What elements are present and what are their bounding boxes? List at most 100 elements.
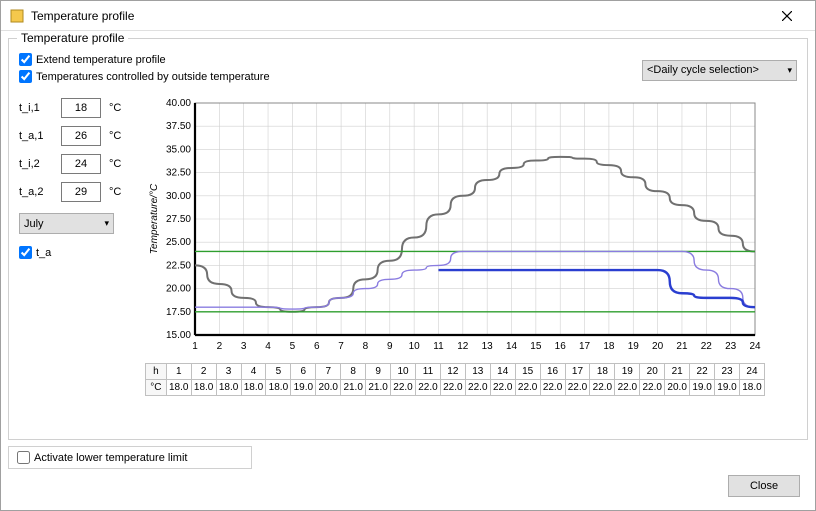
table-hour-cell: 8 — [341, 364, 366, 380]
ta-label: t_a — [36, 247, 51, 259]
table-temp-cell: 19.0 — [690, 380, 715, 396]
ta1-input[interactable] — [61, 126, 101, 146]
table-hour-cell: 18 — [590, 364, 615, 380]
table-temp-cell: 22.0 — [640, 380, 665, 396]
window-title: Temperature profile — [31, 9, 767, 23]
svg-text:37.50: 37.50 — [166, 121, 191, 132]
lower-limit-checkbox[interactable]: Activate lower temperature limit — [8, 446, 252, 469]
svg-text:16: 16 — [555, 341, 567, 352]
svg-text:11: 11 — [433, 341, 444, 352]
svg-text:35.00: 35.00 — [166, 144, 191, 155]
svg-text:17: 17 — [579, 341, 591, 352]
month-dropdown[interactable]: July ▾ — [19, 213, 114, 234]
table-hour-cell: 5 — [266, 364, 291, 380]
table-temp-cell: 22.0 — [615, 380, 640, 396]
month-label: July — [24, 218, 44, 230]
titlebar: Temperature profile — [1, 1, 815, 31]
svg-text:22: 22 — [701, 341, 713, 352]
svg-text:9: 9 — [387, 341, 393, 352]
svg-text:Temperature/°C: Temperature/°C — [149, 183, 160, 254]
table-temp-cell: 19.0 — [715, 380, 740, 396]
close-icon — [782, 11, 792, 21]
table-temp-cell: 18.0 — [739, 380, 764, 396]
table-hour-cell: 23 — [715, 364, 740, 380]
table-temp-cell: 21.0 — [366, 380, 391, 396]
svg-text:3: 3 — [241, 341, 247, 352]
ta-checkbox[interactable]: t_a — [19, 246, 137, 259]
svg-text:40.00: 40.00 — [166, 98, 191, 109]
table-hour-cell: 17 — [565, 364, 590, 380]
table-hour-cell: 12 — [440, 364, 465, 380]
ti2-input[interactable] — [61, 154, 101, 174]
table-temp-cell: 22.0 — [391, 380, 416, 396]
table-temp-cell: 22.0 — [490, 380, 515, 396]
ti1-row: t_i,1 °C — [19, 97, 137, 119]
table-hour-cell: 22 — [690, 364, 715, 380]
svg-text:12: 12 — [457, 341, 469, 352]
svg-text:32.50: 32.50 — [166, 168, 191, 179]
table-temp-cell: 18.0 — [166, 380, 191, 396]
extend-profile-checkbox[interactable]: Extend temperature profile — [19, 53, 270, 66]
svg-text:13: 13 — [482, 341, 494, 352]
svg-text:5: 5 — [290, 341, 296, 352]
ti1-label: t_i,1 — [19, 102, 55, 114]
app-icon — [9, 8, 25, 24]
table-hour-cell: 19 — [615, 364, 640, 380]
table-temp-cell: 18.0 — [266, 380, 291, 396]
table-temp-cell: 22.0 — [465, 380, 490, 396]
ti2-unit: °C — [109, 158, 121, 170]
svg-text:4: 4 — [265, 341, 271, 352]
table-hour-cell: 15 — [515, 364, 540, 380]
lower-limit-input[interactable] — [17, 451, 30, 464]
table-temp-cell: 20.0 — [316, 380, 341, 396]
ti2-label: t_i,2 — [19, 158, 55, 170]
table-hour-cell: 10 — [391, 364, 416, 380]
ta1-unit: °C — [109, 130, 121, 142]
svg-text:20.00: 20.00 — [166, 284, 191, 295]
svg-text:27.50: 27.50 — [166, 214, 191, 225]
svg-text:19: 19 — [628, 341, 640, 352]
ti1-input[interactable] — [61, 98, 101, 118]
svg-text:10: 10 — [409, 341, 421, 352]
ta-input[interactable] — [19, 246, 32, 259]
close-button[interactable] — [767, 2, 807, 30]
controlled-by-outside-checkbox[interactable]: Temperatures controlled by outside tempe… — [19, 70, 270, 83]
close-dialog-button[interactable]: Close — [728, 475, 800, 497]
extend-profile-input[interactable] — [19, 53, 32, 66]
group-title: Temperature profile — [17, 31, 128, 45]
table-temp-cell: 22.0 — [440, 380, 465, 396]
table-hour-cell: 6 — [291, 364, 316, 380]
daily-cycle-label: <Daily cycle selection> — [647, 64, 759, 76]
svg-text:18: 18 — [603, 341, 615, 352]
table-temp-cell: 22.0 — [590, 380, 615, 396]
svg-text:15.00: 15.00 — [166, 330, 191, 341]
dialog-window: Temperature profile Temperature profile … — [0, 0, 816, 511]
table-hours-header: h — [146, 364, 167, 380]
svg-text:14: 14 — [506, 341, 518, 352]
table-hour-cell: 16 — [540, 364, 565, 380]
ta1-row: t_a,1 °C — [19, 125, 137, 147]
ta2-row: t_a,2 °C — [19, 181, 137, 203]
left-column: t_i,1 °C t_a,1 °C t_i,2 °C — [19, 97, 137, 396]
groupbox-temperature-profile: Temperature profile Extend temperature p… — [8, 38, 808, 440]
options-row: Extend temperature profile Temperatures … — [19, 53, 797, 87]
dialog-body: Temperature profile Extend temperature p… — [1, 31, 815, 510]
table-temp-cell: 18.0 — [216, 380, 241, 396]
table-temp-cell: 22.0 — [515, 380, 540, 396]
table-hour-cell: 11 — [415, 364, 440, 380]
svg-text:7: 7 — [338, 341, 344, 352]
controlled-by-outside-input[interactable] — [19, 70, 32, 83]
temperature-chart: 15.0017.5020.0022.5025.0027.5030.0032.50… — [145, 97, 765, 359]
ti1-unit: °C — [109, 102, 121, 114]
ta2-input[interactable] — [61, 182, 101, 202]
svg-text:24: 24 — [749, 341, 761, 352]
daily-cycle-dropdown[interactable]: <Daily cycle selection> ▾ — [642, 60, 797, 81]
svg-text:1: 1 — [192, 341, 198, 352]
table-temp-cell: 18.0 — [191, 380, 216, 396]
ta1-label: t_a,1 — [19, 130, 55, 142]
table-hour-cell: 21 — [665, 364, 690, 380]
svg-text:6: 6 — [314, 341, 320, 352]
svg-text:25.00: 25.00 — [166, 237, 191, 248]
lower-limit-label: Activate lower temperature limit — [34, 452, 187, 464]
content-row: t_i,1 °C t_a,1 °C t_i,2 °C — [19, 97, 797, 396]
